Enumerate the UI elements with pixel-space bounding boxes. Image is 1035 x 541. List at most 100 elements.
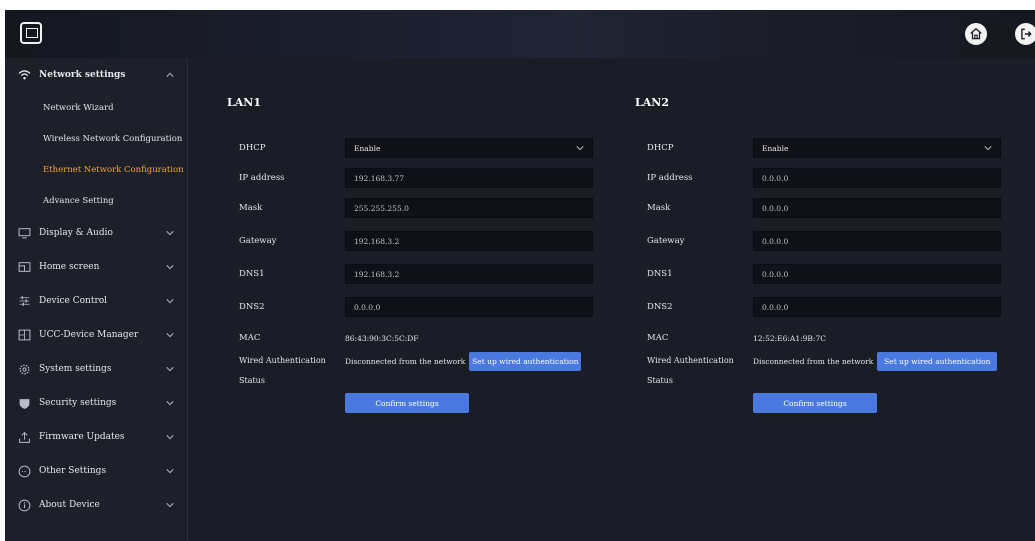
sidebar: Network settings Network Wizard Wireless…: [5, 58, 188, 541]
sidebar-item-about-device[interactable]: About Device: [5, 488, 187, 522]
dhcp-label: DHCP: [239, 143, 266, 153]
lan2-dhcp-select[interactable]: Enable: [753, 138, 1001, 158]
gateway-label: Gateway: [647, 236, 685, 246]
monitor-icon: [17, 226, 31, 240]
lan1-dns2-field[interactable]: 0.0.0.0: [345, 297, 593, 317]
auth-label-line1: Wired Authentication: [239, 356, 326, 365]
lan1-dns1-field[interactable]: 192.168.3.2: [345, 264, 593, 284]
chevron-down-icon: [165, 364, 175, 374]
lan1-dns1-row: DNS1 192.168.3.2: [227, 264, 593, 284]
lan2-gateway-field[interactable]: 0.0.0.0: [753, 231, 1001, 251]
sidebar-item-home-screen[interactable]: Home screen: [5, 250, 187, 284]
chevron-down-icon: [165, 296, 175, 306]
sidebar-subitem-advance-setting[interactable]: Advance Setting: [5, 185, 187, 216]
chevron-down-icon: [165, 262, 175, 272]
sidebar-item-label: Device Control: [39, 296, 108, 306]
lan1-ip-field[interactable]: 192.168.3.77: [345, 168, 593, 188]
sidebar-item-ucc-device-manager[interactable]: UCC-Device Manager: [5, 318, 187, 352]
lan2-setup-auth-button[interactable]: Set up wired authentication: [877, 351, 998, 371]
auth-label-line2: Status: [239, 376, 265, 385]
sidebar-subitem-ethernet-network-configuration[interactable]: Ethernet Network Configuration: [5, 154, 187, 185]
sidebar-item-label: Display & Audio: [39, 228, 113, 238]
lan1-confirm-button[interactable]: Confirm settings: [345, 393, 469, 413]
auth-label-line1: Wired Authentication: [647, 356, 734, 365]
sidebar-subitem-network-wizard[interactable]: Network Wizard: [5, 92, 187, 123]
chevron-down-icon: [165, 466, 175, 476]
gear-icon: [17, 362, 31, 376]
mask-label: Mask: [647, 203, 671, 213]
app-window: Network settings Network Wizard Wireless…: [5, 10, 1035, 541]
shield-icon: [17, 396, 31, 410]
lan2-dns1-row: DNS1 0.0.0.0: [635, 264, 1001, 284]
lan2-mask-row: Mask 0.0.0.0: [635, 198, 1001, 218]
chevron-down-icon: [165, 398, 175, 408]
home-button[interactable]: [965, 23, 987, 45]
lan2-confirm-button[interactable]: Confirm settings: [753, 393, 877, 413]
lan1-auth-row: Disconnected from the network Set up wir…: [345, 351, 582, 371]
lan2-dns2-row: DNS2 0.0.0.0: [635, 297, 1001, 317]
sidebar-item-network-settings[interactable]: Network settings: [5, 58, 187, 92]
gateway-label: Gateway: [239, 236, 277, 246]
lan2-mac-row: MAC 12:52:E6:A1:9B:7C: [635, 328, 826, 348]
sidebar-subitem-wireless-network-configuration[interactable]: Wireless Network Configuration: [5, 123, 187, 154]
sidebar-item-firmware-updates[interactable]: Firmware Updates: [5, 420, 187, 454]
lan2-auth-label: Wired Authentication Status: [647, 351, 752, 391]
lan2-mask-field[interactable]: 0.0.0.0: [753, 198, 1001, 218]
dhcp-label: DHCP: [647, 143, 674, 153]
dns1-label: DNS1: [647, 269, 673, 279]
sidebar-item-label: UCC-Device Manager: [39, 330, 139, 340]
chevron-up-icon: [165, 70, 175, 80]
lan1-dhcp-row: DHCP Enable: [227, 138, 593, 158]
sidebar-item-security-settings[interactable]: Security settings: [5, 386, 187, 420]
chevron-down-icon: [984, 146, 992, 151]
lan1-setup-auth-button[interactable]: Set up wired authentication: [469, 351, 582, 371]
sidebar-item-display-audio[interactable]: Display & Audio: [5, 216, 187, 250]
lan2-auth-row: Disconnected from the network Set up wir…: [753, 351, 998, 371]
top-bar: [5, 10, 1035, 58]
sidebar-item-device-control[interactable]: Device Control: [5, 284, 187, 318]
lan1-mask-field[interactable]: 255.255.255.0: [345, 198, 593, 218]
more-icon: [17, 464, 31, 478]
auth-label-line2: Status: [647, 376, 673, 385]
chevron-down-icon: [165, 500, 175, 510]
lan1-title: LAN1: [227, 96, 261, 109]
sidebar-item-label: About Device: [39, 500, 100, 510]
mac-label: MAC: [239, 333, 261, 343]
lan2-dns2-field[interactable]: 0.0.0.0: [753, 297, 1001, 317]
mac-label: MAC: [647, 333, 669, 343]
sidebar-item-other-settings[interactable]: Other Settings: [5, 454, 187, 488]
lan2-gateway-row: Gateway 0.0.0.0: [635, 231, 1001, 251]
sidebar-item-system-settings[interactable]: System settings: [5, 352, 187, 386]
chevron-down-icon: [576, 146, 584, 151]
lan1-dns2-row: DNS2 0.0.0.0: [227, 297, 593, 317]
chevron-down-icon: [165, 432, 175, 442]
lan2-dns1-field[interactable]: 0.0.0.0: [753, 264, 1001, 284]
sidebar-item-label: Firmware Updates: [39, 432, 125, 442]
lan1-mac-value: 86:43:90:3C:5C:DF: [345, 333, 419, 343]
chevron-down-icon: [165, 228, 175, 238]
lan1-dhcp-select[interactable]: Enable: [345, 138, 593, 158]
lan1-mask-row: Mask 255.255.255.0: [227, 198, 593, 218]
sidebar-item-label: Home screen: [39, 262, 100, 272]
lan2-ip-row: IP address 0.0.0.0: [635, 168, 1001, 188]
dns2-label: DNS2: [239, 302, 265, 312]
lan2-dhcp-row: DHCP Enable: [635, 138, 1001, 158]
lan2-title: LAN2: [635, 96, 669, 109]
dns1-label: DNS1: [239, 269, 265, 279]
lan1-gateway-row: Gateway 192.168.3.2: [227, 231, 593, 251]
wifi-icon: [17, 68, 31, 82]
home-icon: [970, 27, 982, 40]
ip-label: IP address: [647, 173, 693, 183]
lan1-mac-row: MAC 86:43:90:3C:5C:DF: [227, 328, 419, 348]
lan1-auth-label: Wired Authentication Status: [239, 351, 344, 391]
lan2-ip-field[interactable]: 0.0.0.0: [753, 168, 1001, 188]
chevron-down-icon: [165, 330, 175, 340]
sidebar-item-label: Security settings: [39, 398, 117, 408]
device-manager-icon: [17, 328, 31, 342]
info-icon: [17, 498, 31, 512]
lan1-gateway-field[interactable]: 192.168.3.2: [345, 231, 593, 251]
lan2-dhcp-value: Enable: [762, 143, 789, 153]
dns2-label: DNS2: [647, 302, 673, 312]
logout-button[interactable]: [1015, 23, 1035, 45]
lan2-mac-value: 12:52:E6:A1:9B:7C: [753, 333, 826, 343]
